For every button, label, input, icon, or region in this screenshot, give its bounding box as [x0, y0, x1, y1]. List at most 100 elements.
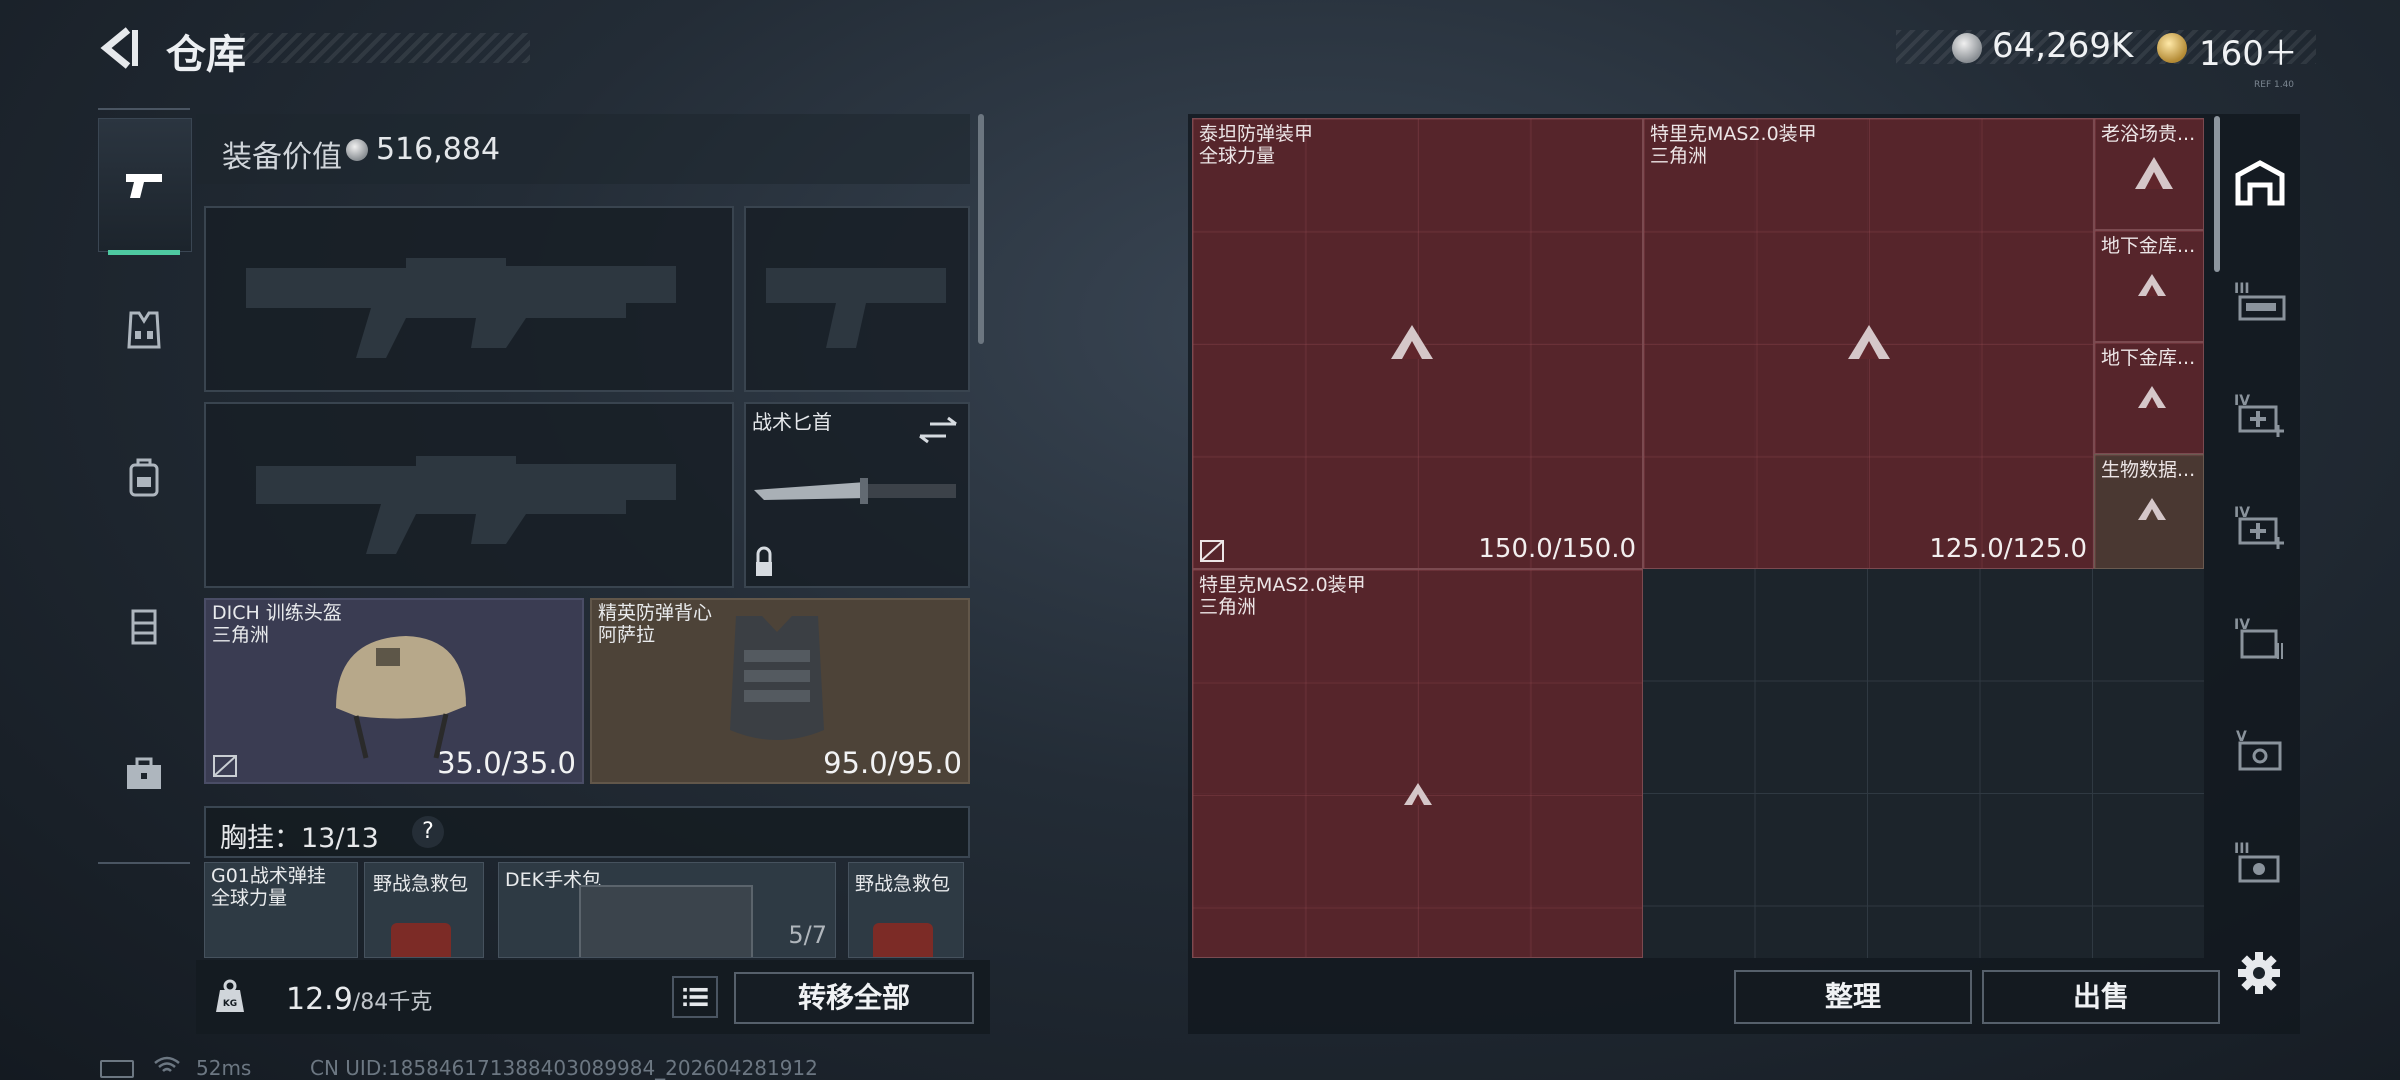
surgery-kit-icon [579, 885, 753, 957]
safe-icon: V [2236, 729, 2282, 771]
storage-item[interactable]: 特里克MAS2.0装甲 三角洲 [1192, 569, 1643, 958]
helmet-maker: 三角洲 [212, 624, 270, 646]
category-firearms[interactable] [98, 118, 192, 252]
chest-rig-icon [131, 609, 157, 645]
currency-silver[interactable]: 64,269K [1992, 26, 2133, 66]
vest-durability: 95.0/95.0 [823, 746, 962, 780]
tab-camera-case[interactable]: III [2222, 806, 2298, 918]
chest-rig-count: 13/13 [301, 823, 379, 854]
ping: 52ms [196, 1056, 252, 1080]
list-view-button[interactable] [672, 976, 718, 1018]
storage-item[interactable]: 特里克MAS2.0装甲 三角洲 125.0/125.0 [1643, 118, 2094, 569]
chest-rig-label: 胸挂：13/13 [220, 823, 379, 854]
document-case-icon: IV [2234, 617, 2283, 659]
rig-item[interactable]: G01战术弹挂 全球力量 [204, 862, 358, 958]
page-title: 仓库 [166, 32, 246, 78]
camera-case-icon: III [2234, 841, 2280, 883]
rig-item-name: 野战急救包 [373, 873, 469, 895]
weight-icon: KG [216, 979, 244, 1012]
settings-gear-icon[interactable] [2236, 950, 2282, 996]
primary-weapon-slot[interactable] [204, 206, 734, 392]
secondary-weapon-slot[interactable] [204, 402, 734, 588]
category-backpack[interactable] [98, 408, 190, 548]
silver-coin-icon [346, 139, 368, 161]
rifle-silhouette-icon [246, 258, 676, 358]
storage-item-name: 泰坦防弹装甲 [1199, 123, 1314, 145]
rarity-triangle-icon [2138, 274, 2166, 296]
rifle-silhouette-icon [256, 456, 676, 554]
storage-item[interactable]: 地下金库... [2094, 230, 2204, 342]
currency-gold[interactable]: 160＋ [2199, 26, 2298, 75]
svg-text:III: III [2234, 281, 2250, 297]
storage-item-maker: 全球力量 [1199, 145, 1276, 167]
rarity-triangle-icon [2138, 386, 2166, 408]
rig-item-maker: 全球力量 [211, 887, 288, 909]
vest-maker: 阿萨拉 [598, 624, 656, 646]
sort-button[interactable]: 整理 [1734, 970, 1972, 1024]
helmet-slot[interactable]: DICH 训练头盔 三角洲 35.0/35.0 [204, 598, 584, 784]
rig-item-name: G01战术弹挂 [211, 865, 326, 887]
rig-item[interactable]: 野战急救包 [364, 862, 484, 958]
storage-item[interactable]: 泰坦防弹装甲 全球力量 150.0/150.0 [1192, 118, 1643, 569]
warehouse-icon [2235, 160, 2285, 206]
storage-item-name: 老浴场贵... [2101, 123, 2196, 145]
storage-item-durability: 125.0/125.0 [1929, 534, 2087, 564]
gold-coin-icon [2157, 33, 2187, 63]
svg-text:KG: KG [223, 999, 237, 1009]
transfer-all-button[interactable]: 转移全部 [734, 972, 974, 1024]
storage-item-name: 生物数据... [2101, 459, 2196, 481]
user-uid: CN UID:18584617138840308998​4_2026042819… [310, 1056, 818, 1080]
no-repair-icon [213, 755, 237, 777]
tab-gun-case[interactable]: III [2222, 246, 2298, 358]
storage-tabs: III IV IV IV V III [2222, 126, 2298, 966]
medical-box-icon: IV [2234, 393, 2284, 437]
pistol-silhouette-icon [766, 268, 946, 348]
body-armor-slot[interactable]: 精英防弹背心 阿萨拉 95.0/95.0 [590, 598, 970, 784]
storage-item-maker: 三角洲 [1650, 145, 1708, 167]
storage-item[interactable]: 地下金库... [2094, 342, 2204, 454]
category-rail [98, 108, 192, 864]
storage-item-maker: 三角洲 [1199, 596, 1257, 618]
storage-item-durability: 150.0/150.0 [1478, 534, 1636, 564]
back-arrow-icon[interactable] [98, 26, 142, 70]
no-repair-icon [1200, 540, 1224, 562]
medical-box-icon: IV [2234, 505, 2284, 549]
rig-item-name: 野战急救包 [855, 873, 951, 895]
tab-safe[interactable]: V [2222, 694, 2298, 806]
tab-medical-box[interactable]: IV [2222, 470, 2298, 582]
medkit-icon [873, 923, 933, 957]
sell-button[interactable]: 出售 [1982, 970, 2220, 1024]
vest-icon [127, 311, 161, 349]
toolbox-icon [127, 757, 161, 789]
rig-item-count: 5/7 [788, 921, 827, 949]
vest-name: 精英防弹背心 [598, 602, 713, 624]
tab-warehouse[interactable] [2222, 126, 2298, 238]
tab-document-case[interactable]: IV [2222, 582, 2298, 694]
pistol-icon [126, 174, 162, 198]
medkit-icon [391, 923, 451, 957]
storage-item[interactable]: 生物数据... [2094, 454, 2204, 569]
rarity-triangle-icon [1404, 783, 1432, 805]
storage-item-name: 特里克MAS2.0装甲 [1650, 123, 1817, 145]
storage-item[interactable]: 老浴场贵... [2094, 118, 2204, 230]
category-chest-rig[interactable] [98, 556, 190, 696]
help-icon[interactable]: ? [412, 816, 444, 848]
rig-item[interactable]: 野战急救包 [848, 862, 964, 958]
rarity-triangle-icon [2135, 157, 2173, 189]
category-supplies[interactable] [98, 704, 190, 844]
tab-medical-box[interactable]: IV [2222, 358, 2298, 470]
backpack-icon [129, 458, 159, 497]
silver-coin-icon [1952, 33, 1982, 63]
rig-item[interactable]: DEK手术包 5/7 [498, 862, 836, 958]
svg-text:III: III [2234, 841, 2250, 857]
vest-icon [730, 616, 824, 740]
gun-case-icon: III [2234, 281, 2286, 321]
storage-scrollbar[interactable] [2214, 116, 2220, 272]
knife-slot-label: 战术匕首 [752, 410, 832, 434]
carry-weight: 12.9/84千克 [286, 982, 433, 1017]
pistol-slot[interactable] [744, 206, 970, 392]
battery-icon [100, 1060, 134, 1078]
category-armor[interactable] [98, 260, 190, 400]
equipment-value: 516,884 [376, 132, 501, 167]
loadout-scrollbar[interactable] [978, 114, 984, 344]
